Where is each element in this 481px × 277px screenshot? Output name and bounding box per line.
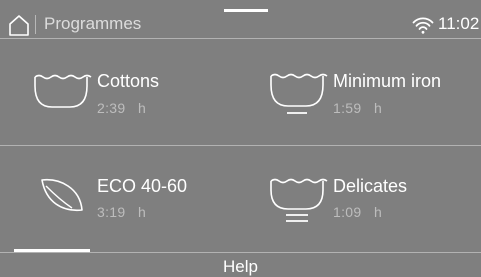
wifi-icon [412,17,434,34]
help-button[interactable]: Help [0,257,481,277]
programme-duration: 1:09 h [333,204,383,220]
basin-double-bar-icon [270,178,328,222]
programme-delicates[interactable]: Delicates 1:09 h [236,146,481,250]
header-divider-line [0,38,481,39]
basin-icon [34,74,92,108]
header-bar: Programmes 11:02 [0,0,481,38]
basin-single-bar-icon [270,73,328,114]
leaf-icon [41,179,83,211]
programme-duration: 2:39 h [97,100,147,116]
programme-name: Minimum iron [333,71,442,91]
footer-divider [0,252,481,253]
programme-duration: 3:19 h [97,204,147,220]
page-title: Programmes [44,14,142,33]
programme-cottons[interactable]: Cottons 2:39 h [0,40,240,144]
header-divider [35,15,36,34]
programme-name: Delicates [333,176,408,196]
programme-minimum-iron[interactable]: Minimum iron 1:59 h [236,40,481,144]
home-icon[interactable] [8,14,30,36]
programme-duration: 1:59 h [333,100,383,116]
programme-name: ECO 40-60 [97,176,188,196]
programme-eco-40-60[interactable]: ECO 40-60 3:19 h [0,146,240,250]
clock: 11:02 [438,14,480,33]
programme-name: Cottons [97,71,160,91]
page-indicator [14,249,90,252]
